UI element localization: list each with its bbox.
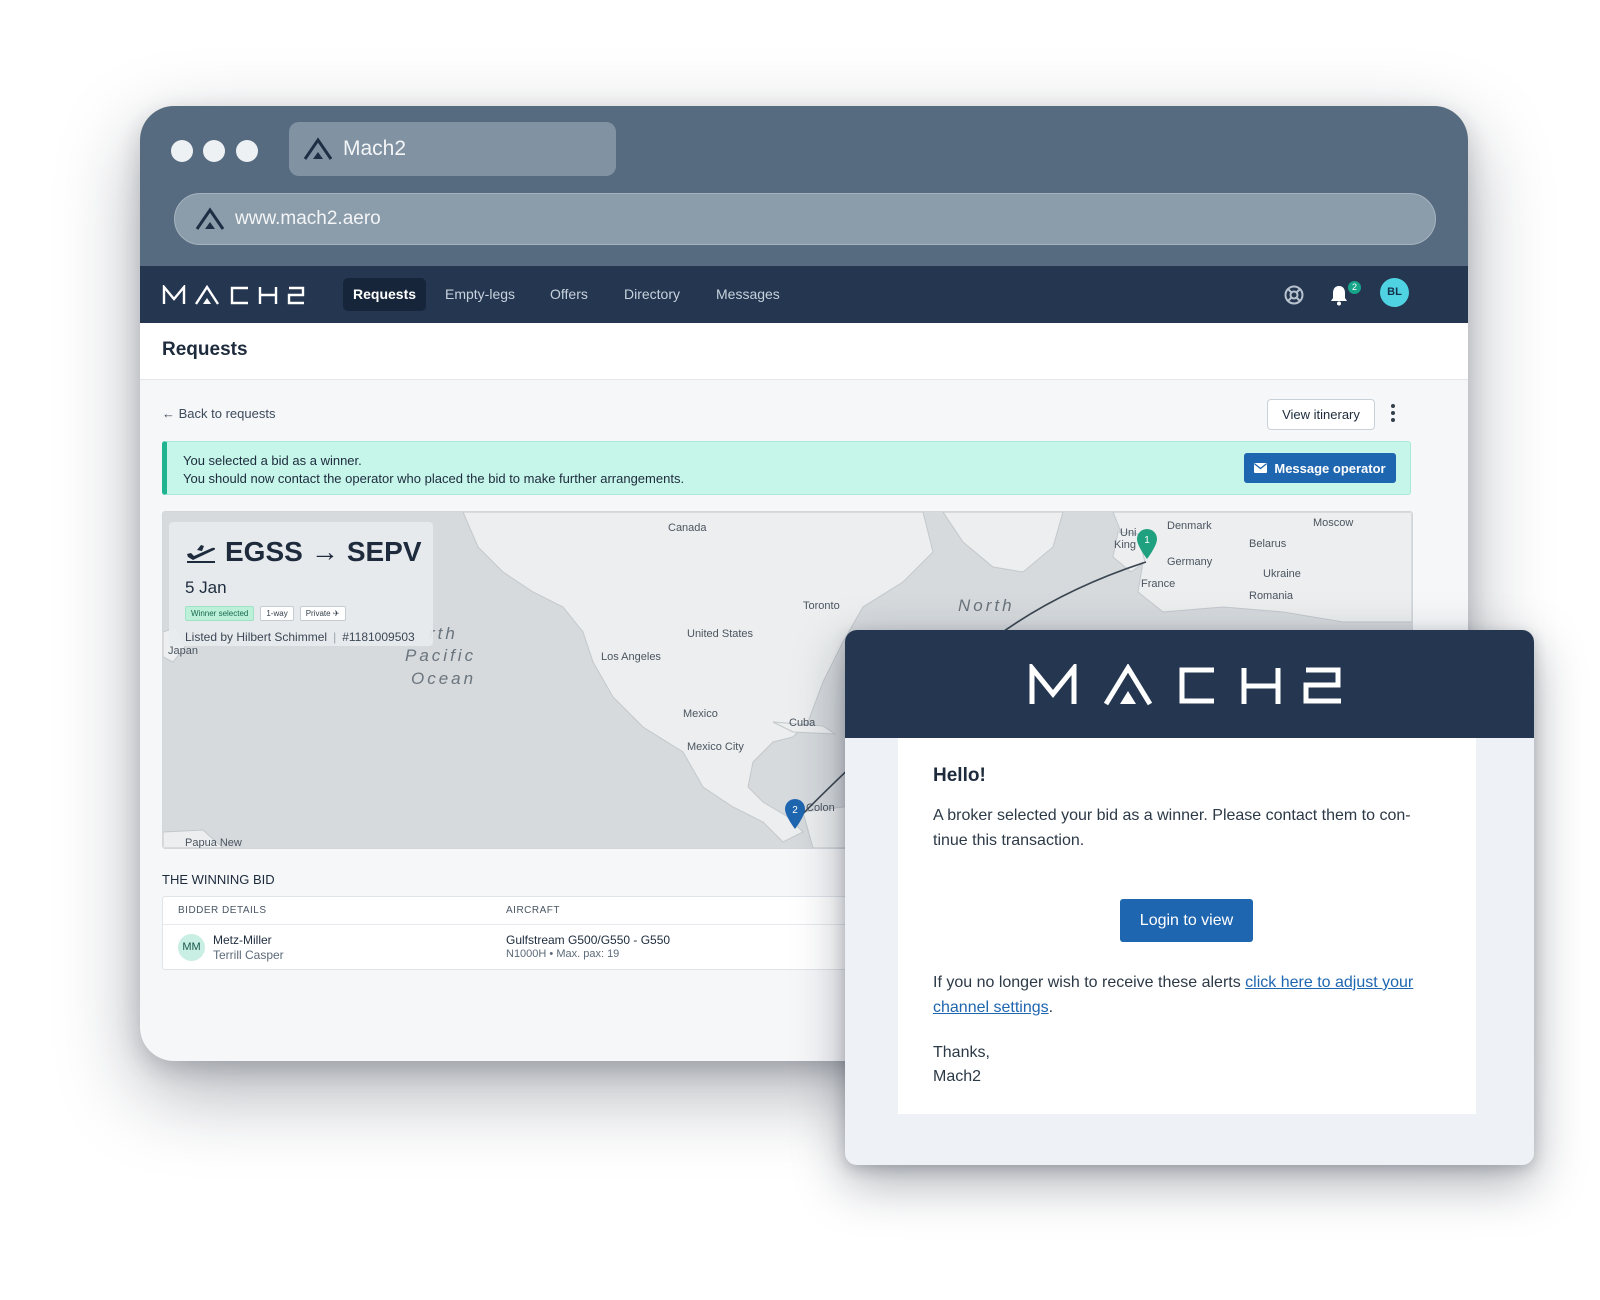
address-bar[interactable]: www.mach2.aero — [174, 193, 1436, 245]
aircraft-model: Gulfstream G500/G550 - G550 — [506, 933, 671, 947]
origin-pin-icon[interactable]: 1 — [1135, 528, 1159, 560]
signature-text: Mach2 — [933, 1068, 982, 1085]
trip-date: 5 Jan — [185, 578, 227, 597]
listed-by: Listed by Hilbert Schimmel | #1181009503 — [185, 630, 415, 644]
app-navbar: Requests Empty-legs Offers Directory Mes… — [140, 266, 1468, 323]
ocean-label-pacific: Pacific — [405, 646, 477, 665]
map-label-germany: Germany — [1167, 556, 1213, 568]
email-body: Hello! A broker selected your bid as a w… — [898, 738, 1476, 1114]
message-operator-label: Message operator — [1274, 460, 1386, 476]
mach2-email-logo — [1029, 664, 1341, 706]
winning-bid-heading: THE WINNING BID — [162, 872, 275, 887]
route-heading: EGSS → SEPV — [185, 536, 422, 568]
signoff-text: Thanks, — [933, 1044, 990, 1061]
ocean-label-north-fragment: rth — [429, 624, 458, 643]
page-header: Requests — [140, 323, 1468, 380]
map-label-moscow: Moscow — [1313, 517, 1354, 529]
destination-pin-icon[interactable]: 2 — [783, 798, 807, 830]
map-label-ukraine: Ukraine — [1263, 568, 1301, 580]
plane-takeoff-icon — [187, 545, 216, 563]
aircraft-header: AIRCRAFT — [506, 905, 560, 916]
map-label-colon: Colon — [806, 802, 835, 814]
map-label-denmark: Denmark — [1167, 520, 1212, 532]
map-label-mexico-city: Mexico City — [687, 741, 744, 753]
map-label-belarus: Belarus — [1249, 538, 1287, 550]
login-to-view-button[interactable]: Login to view — [1120, 899, 1253, 942]
listed-divider: | — [333, 630, 337, 644]
map-label-canada: Canada — [668, 522, 707, 534]
unsubscribe-prefix: If you no longer wish to receive these a… — [933, 974, 1246, 991]
tab-title: Mach2 — [343, 137, 407, 160]
request-reference: #1181009503 — [342, 630, 415, 644]
email-header — [845, 630, 1534, 738]
email-greeting: Hello! — [933, 765, 986, 786]
email-signoff: Thanks, Mach2 — [933, 1041, 990, 1089]
unsubscribe-text: If you no longer wish to receive these a… — [933, 970, 1438, 1020]
email-notification: Hello! A broker selected your bid as a w… — [845, 630, 1534, 1165]
aircraft-details: N1000H • Max. pax: 19 — [506, 948, 620, 960]
url-text: www.mach2.aero — [235, 208, 381, 229]
user-avatar[interactable]: BL — [1380, 278, 1409, 307]
map-label-papua: Papua New — [185, 837, 242, 849]
notification-badge: 2 — [1348, 281, 1361, 294]
pin-1-label: 1 — [1144, 535, 1150, 546]
map-label-japan: Japan — [168, 645, 198, 657]
route-arrow: → — [310, 536, 339, 567]
window-minimize-dot[interactable] — [203, 140, 225, 162]
message-operator-button[interactable]: Message operator — [1244, 453, 1396, 483]
alert-title: You selected a bid as a winner. — [183, 453, 362, 468]
site-icon — [195, 207, 225, 230]
window-close-dot[interactable] — [171, 140, 193, 162]
nav-messages[interactable]: Messages — [706, 278, 790, 311]
browser-tab[interactable]: Mach2 — [289, 122, 616, 176]
map-label-toronto: Toronto — [803, 600, 840, 612]
trip-type-badge: 1-way — [260, 606, 294, 621]
bidder-details-header: BIDDER DETAILS — [178, 905, 267, 916]
mail-icon — [1254, 463, 1268, 473]
nav-offers[interactable]: Offers — [540, 278, 598, 311]
nav-directory[interactable]: Directory — [614, 278, 690, 311]
map-label-cuba: Cuba — [789, 717, 816, 729]
browser-chrome: Mach2 www.mach2.aero — [140, 106, 1468, 266]
map-label-mexico: Mexico — [683, 708, 718, 720]
alert-description: You should now contact the operator who … — [183, 471, 685, 486]
bidder-company: Metz-Miller — [213, 933, 272, 947]
trip-summary-card: EGSS → SEPV 5 Jan Winner selected 1-way … — [169, 522, 433, 646]
origin-code: EGSS — [225, 536, 303, 567]
map-label-los-angeles: Los Angeles — [601, 651, 661, 663]
bell-icon[interactable] — [1329, 284, 1349, 306]
map-label-king: King — [1114, 539, 1137, 551]
ocean-label-north-atlantic: North — [958, 596, 1015, 615]
status-badge: Winner selected — [185, 606, 255, 621]
pin-2-label: 2 — [792, 805, 798, 816]
private-badge: Private ✈ — [299, 606, 346, 621]
back-to-requests-link[interactable]: ← Back to requests — [162, 406, 275, 421]
map-label-united-states: United States — [687, 628, 754, 640]
window-maximize-dot[interactable] — [236, 140, 258, 162]
ocean-label-ocean: Ocean — [411, 669, 477, 688]
nav-empty-legs[interactable]: Empty-legs — [435, 278, 525, 311]
bidder-name: Terrill Casper — [213, 948, 284, 962]
winner-alert: You selected a bid as a winner. You shou… — [162, 441, 1411, 495]
help-lifebuoy-icon[interactable] — [1283, 284, 1305, 306]
unsubscribe-suffix: . — [1048, 999, 1054, 1016]
map-label-france: France — [1141, 578, 1176, 590]
mach2-tab-icon — [303, 137, 333, 160]
page-title: Requests — [162, 339, 248, 360]
mach2-logo[interactable] — [162, 285, 307, 305]
email-message: A broker selected your bid as a winner. … — [933, 807, 1411, 849]
map-label-romania: Romania — [1249, 590, 1294, 602]
listed-by-name: Listed by Hilbert Schimmel — [185, 630, 328, 644]
trip-tags: Winner selected 1-way Private ✈ — [185, 606, 346, 621]
nav-requests[interactable]: Requests — [343, 278, 427, 311]
destination-code: SEPV — [346, 536, 422, 567]
more-options-icon[interactable] — [1390, 403, 1396, 423]
view-itinerary-button[interactable]: View itinerary — [1267, 399, 1375, 430]
bidder-avatar: MM — [178, 934, 205, 961]
